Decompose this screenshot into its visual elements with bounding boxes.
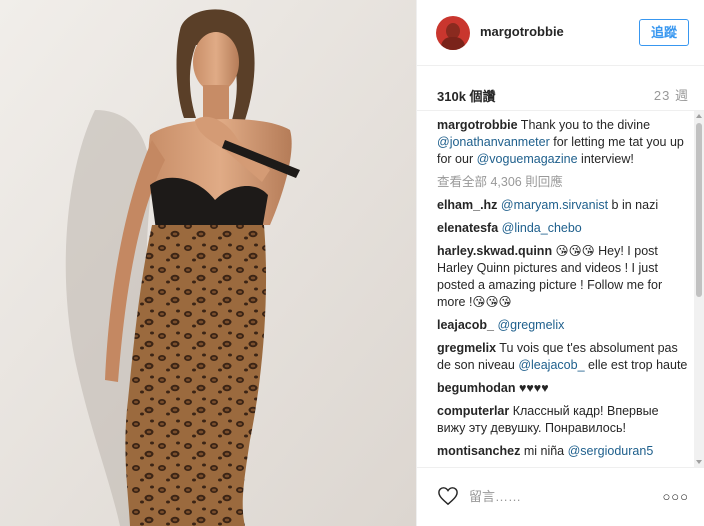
comment-item: harley.skwad.quinn 😘😘😘 Hey! I post Harle… [437, 243, 689, 311]
comment-mention[interactable]: @sergioduran5 [568, 444, 654, 458]
caption-author[interactable]: margotrobbie [437, 118, 518, 132]
avatar-icon[interactable] [436, 16, 470, 50]
heart-icon[interactable] [437, 486, 459, 506]
more-options-icon[interactable]: ○○○ [662, 489, 689, 504]
photo-illustration [0, 0, 416, 526]
comment-author[interactable]: elham_.hz [437, 198, 497, 212]
comment-author[interactable]: harley.skwad.quinn [437, 244, 552, 258]
comment-item: leajacob_ @gregmelix [437, 317, 689, 334]
comments-scrollbar[interactable] [694, 111, 704, 467]
comment-text: ♥♥♥♥ [515, 381, 549, 395]
scroll-thumb[interactable] [696, 123, 702, 297]
comment-list: margotrobbie Thank you to the divine @jo… [437, 117, 689, 466]
post-stats: 310k 個讚 23 週 [417, 66, 704, 111]
instagram-post: margotrobbie 追蹤 310k 個讚 23 週 margotrobbi… [0, 0, 704, 526]
comment-item: elenatesfa @linda_chebo [437, 220, 689, 237]
comment-text: elle est trop haute [584, 358, 688, 372]
post-footer: ○○○ [417, 467, 704, 526]
scroll-down-arrow-icon[interactable] [696, 460, 702, 464]
comment-item: elham_.hz @maryam.sirvanist b in nazi [437, 197, 689, 214]
comment-item: gregmelix Tu vois que t'es absolument pa… [437, 340, 689, 374]
comment-mention[interactable]: @leajacob_ [518, 358, 584, 372]
likes-count[interactable]: 310k 個讚 [437, 86, 496, 105]
caption: margotrobbie Thank you to the divine @jo… [437, 117, 689, 168]
comments-section[interactable]: margotrobbie Thank you to the divine @jo… [417, 111, 704, 467]
comment-author[interactable]: leajacob_ [437, 318, 494, 332]
comment-mention[interactable]: @maryam.sirvanist [501, 198, 608, 212]
caption-mention[interactable]: @voguemagazine [477, 152, 578, 166]
comment-author[interactable]: begumhodan [437, 381, 515, 395]
follow-button[interactable]: 追蹤 [639, 19, 689, 46]
post-time[interactable]: 23 週 [654, 85, 689, 104]
comment-text: mi niña [520, 444, 568, 458]
caption-text: interview! [577, 152, 634, 166]
comment-author[interactable]: gregmelix [437, 341, 496, 355]
caption-mention[interactable]: @jonathanvanmeter [437, 135, 550, 149]
comment-author[interactable]: computerlar [437, 404, 509, 418]
comment-item: computerlar Классный кадр! Впервые вижу … [437, 403, 689, 437]
comment-mention[interactable]: @linda_chebo [502, 221, 582, 235]
post-photo[interactable] [0, 0, 416, 526]
comment-item: montisanchez mi niña @sergioduran5 [437, 443, 689, 460]
post-header: margotrobbie 追蹤 [417, 0, 704, 66]
post-details-panel: margotrobbie 追蹤 310k 個讚 23 週 margotrobbi… [416, 0, 704, 526]
comment-author[interactable]: montisanchez [437, 444, 520, 458]
view-all-comments-link[interactable]: 查看全部 4,306 則回應 [437, 174, 689, 191]
avatar-body [441, 37, 465, 50]
scroll-up-arrow-icon[interactable] [696, 114, 702, 118]
caption-text: Thank you to the divine [517, 118, 651, 132]
username-link[interactable]: margotrobbie [480, 24, 564, 39]
comment-text: b in nazi [608, 198, 659, 212]
comment-author[interactable]: elenatesfa [437, 221, 498, 235]
comment-item: begumhodan ♥♥♥♥ [437, 380, 689, 397]
comment-mention[interactable]: @gregmelix [497, 318, 564, 332]
comment-input[interactable] [469, 485, 649, 507]
